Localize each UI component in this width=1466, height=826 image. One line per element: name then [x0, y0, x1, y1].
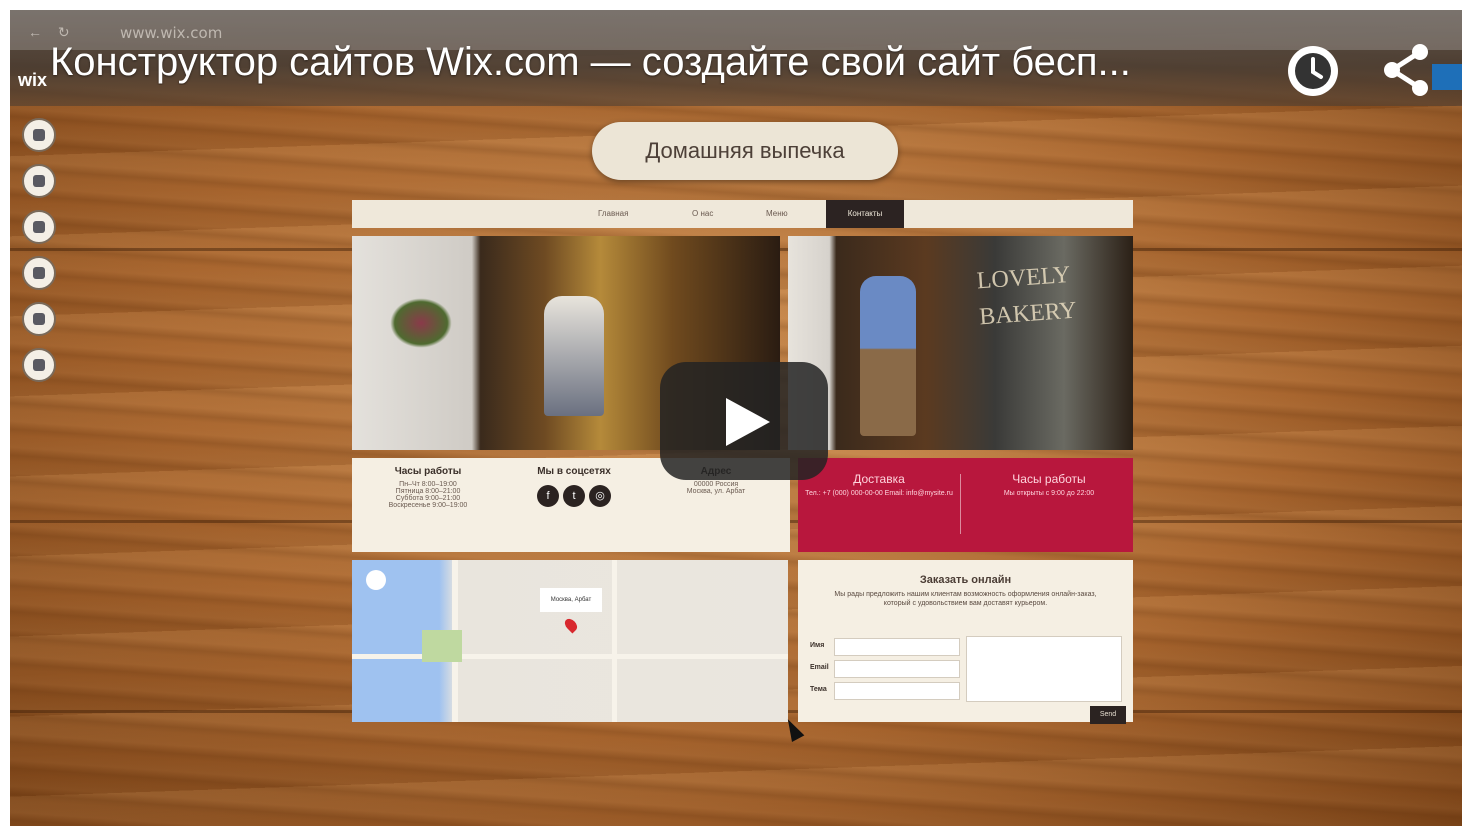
site-nav: Главная О нас Меню Контакты [352, 200, 1133, 228]
delivery-block: Доставка Тел.: +7 (000) 000-00-00 Email:… [804, 472, 954, 497]
map-marker-label: Москва, Арбат [540, 588, 602, 612]
delivery-heading: Доставка [853, 472, 905, 486]
browser-nav-icons: ← ↻ [28, 24, 76, 40]
instagram-icon[interactable]: ◎ [589, 485, 611, 507]
bakery-photo-door: LOVELY BAKERY [788, 236, 1133, 450]
map-pin-icon[interactable] [562, 616, 580, 634]
panel-divider [960, 474, 961, 534]
email-field[interactable] [834, 660, 960, 678]
customer-figure [860, 276, 916, 436]
hours-heading: Часы работы [394, 466, 462, 477]
subject-field[interactable] [834, 682, 960, 700]
delivery-panel: Доставка Тел.: +7 (000) 000-00-00 Email:… [798, 458, 1133, 552]
map-park [422, 630, 462, 662]
message-field[interactable] [966, 636, 1122, 702]
upload-icon[interactable] [22, 256, 56, 290]
address-line: Москва, ул. Арбат [686, 488, 746, 495]
nav-item-menu[interactable]: Меню [766, 209, 788, 218]
delivery-line: Тел.: +7 (000) 000-00-00 Email: info@mys… [805, 490, 953, 497]
nav-item-about[interactable]: О нас [692, 209, 713, 218]
social-heading: Мы в соцсетях [537, 466, 611, 477]
address-line: 00000 Россия [693, 481, 739, 488]
flower-basket [390, 298, 452, 348]
send-button[interactable]: Send [1090, 706, 1126, 724]
social-block: Мы в соцсетях f t ◎ [504, 466, 644, 507]
app-icon[interactable] [22, 210, 56, 244]
watch-later-button[interactable] [1288, 46, 1338, 96]
share-icon [1384, 44, 1428, 96]
wix-logo: wix [18, 70, 48, 90]
settings-icon[interactable] [22, 164, 56, 198]
map-zoom-control[interactable] [366, 570, 386, 590]
email-label: Email [810, 664, 829, 671]
pages-icon[interactable] [22, 118, 56, 152]
facebook-icon[interactable]: f [537, 485, 559, 507]
hours-line: Суббота 9:00–21:00 [395, 495, 461, 502]
video-title[interactable]: Конструктор сайтов Wix.com — создайте св… [50, 40, 1280, 85]
bakery-sign: LOVELY BAKERY [976, 262, 1078, 331]
order-form: Заказать онлайн Мы рады предложить нашим… [798, 560, 1133, 724]
map-road [352, 654, 788, 659]
video-frame[interactable]: ← ↻ www.wix.com wix Конструктор сайтов W… [10, 10, 1462, 826]
play-icon [726, 398, 770, 446]
hours-line: Воскресенье 9:00–19:00 [388, 502, 468, 509]
hours-line: Пятница 8:00–21:00 [395, 488, 461, 495]
clock-icon [1295, 53, 1331, 89]
form-description: Мы рады предложить нашим клиентам возмож… [834, 591, 1097, 607]
hours-line: Пн–Чт 8:00–19:00 [399, 481, 457, 488]
hours2-line: Мы открыты с 9:00 до 22:00 [1003, 490, 1095, 497]
name-field[interactable] [834, 638, 960, 656]
site-title-badge: Домашняя выпечка [592, 122, 898, 180]
play-button[interactable] [660, 362, 828, 480]
media-icon[interactable] [22, 302, 56, 336]
browser-tab-accent [1432, 64, 1462, 90]
hours2-heading: Часы работы [1012, 472, 1086, 486]
share-button[interactable] [1380, 42, 1432, 98]
store-icon[interactable] [22, 348, 56, 382]
nav-item-home[interactable]: Главная [598, 209, 628, 218]
form-title: Заказать онлайн [919, 574, 1012, 586]
hours2-block: Часы работы Мы открыты с 9:00 до 22:00 [974, 472, 1124, 497]
nav-item-contacts[interactable]: Контакты [826, 200, 904, 228]
map-road [612, 560, 617, 722]
baker-figure [544, 296, 604, 416]
subject-label: Тема [810, 686, 827, 693]
hours-block: Часы работы Пн–Чт 8:00–19:00 Пятница 8:0… [358, 466, 498, 509]
location-map[interactable]: Москва, Арбат [352, 560, 788, 722]
twitter-icon[interactable]: t [563, 485, 585, 507]
editor-side-toolbar [22, 118, 60, 394]
name-label: Имя [810, 642, 825, 649]
